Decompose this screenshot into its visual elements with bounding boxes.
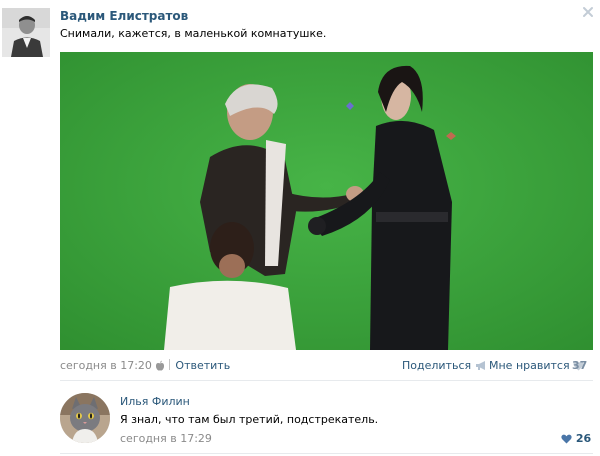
post-like-count[interactable]: 37 (572, 359, 587, 372)
post-author-name[interactable]: Вадим Елистратов (60, 9, 188, 23)
author-avatar[interactable] (2, 8, 50, 57)
meta-separator (169, 359, 171, 370)
cat-avatar-image (60, 393, 110, 443)
author-avatar-image (2, 8, 50, 57)
comment-like-button[interactable]: 26 (561, 432, 591, 447)
wall-post: Вадим Елистратов Снимали, кажется, в мал… (0, 0, 600, 456)
bottom-divider (60, 453, 593, 454)
post-time[interactable]: сегодня в 17:20 (60, 359, 152, 372)
comments-divider (60, 380, 593, 381)
comment-author-name[interactable]: Илья Филин (120, 395, 190, 408)
megaphone-icon (475, 360, 487, 374)
comment-text: Я знал, что там был третий, подстрекател… (120, 413, 379, 426)
like-label: Мне нравится (489, 359, 570, 372)
green-screen-photo-image (60, 52, 593, 350)
heart-icon (561, 434, 572, 447)
share-button[interactable]: Поделиться (402, 359, 487, 374)
commenter-avatar[interactable] (60, 393, 110, 443)
post-photo[interactable] (60, 52, 593, 350)
reply-link[interactable]: Ответить (175, 359, 230, 372)
post-meta: сегодня в 17:20 Ответить (60, 359, 230, 374)
close-icon[interactable] (581, 4, 595, 18)
comment-like-count: 26 (575, 432, 592, 445)
apple-icon (155, 360, 165, 374)
share-label: Поделиться (402, 359, 472, 372)
comment-time[interactable]: сегодня в 17:29 (120, 432, 212, 445)
post-text: Снимали, кажется, в маленькой комнатушке… (60, 27, 327, 40)
like-button[interactable]: Мне нравится (489, 359, 584, 374)
